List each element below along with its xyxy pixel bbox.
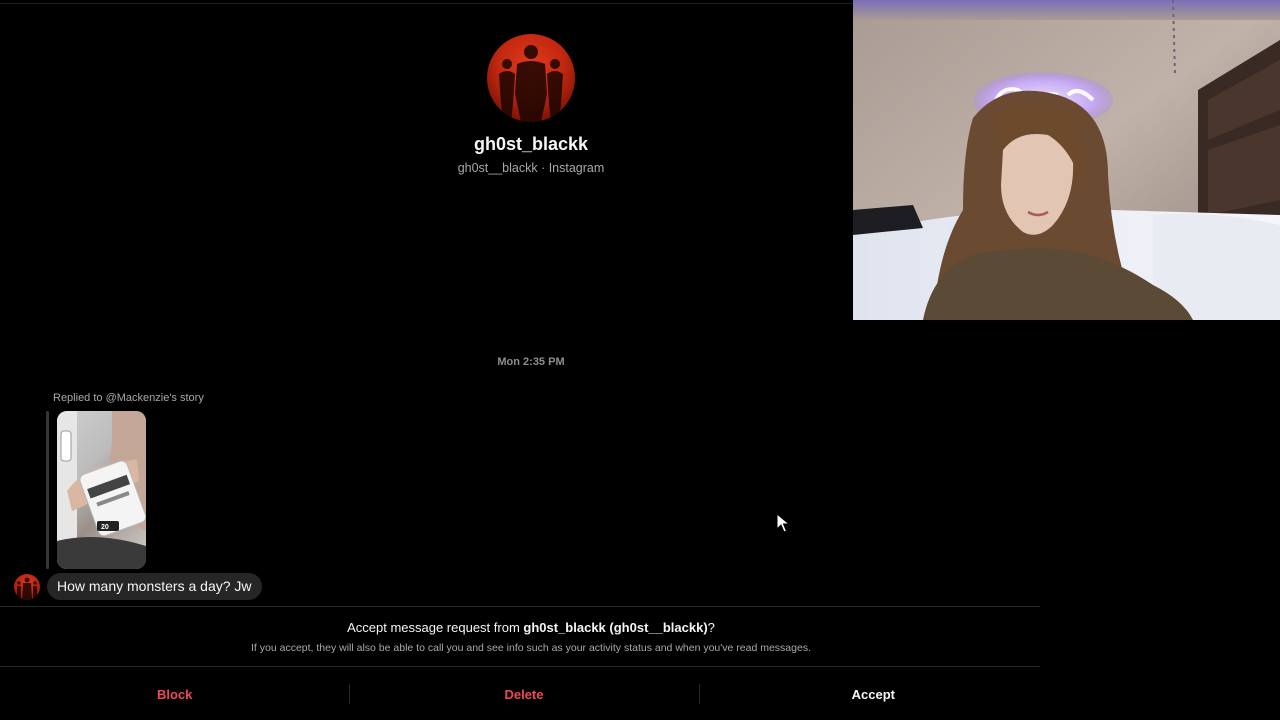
request-note: If you accept, they will also be able to… xyxy=(251,642,811,654)
story-badge: 20 xyxy=(101,524,109,531)
sender-avatar[interactable] xyxy=(14,573,40,600)
instagram-dm-window: gh0st_blackk gh0st__blackk · Instagram M… xyxy=(0,0,1280,720)
story-reply-bar xyxy=(46,411,49,569)
request-divider-top xyxy=(0,606,1040,607)
story-reply-label: Replied to @Mackenzie's story xyxy=(53,392,204,404)
delete-button[interactable]: Delete xyxy=(349,676,698,712)
accept-button[interactable]: Accept xyxy=(698,676,1048,712)
message-bubble[interactable]: How many monsters a day? Jw xyxy=(47,573,262,600)
request-title: Accept message request from gh0st_blackk… xyxy=(0,620,1062,635)
request-divider-bottom xyxy=(0,666,1040,667)
webcam-overlay xyxy=(853,0,1280,320)
mouse-pointer-icon xyxy=(776,513,790,533)
top-divider xyxy=(0,3,852,4)
message-timestamp: Mon 2:35 PM xyxy=(497,356,565,368)
request-title-prefix: Accept message request from xyxy=(347,620,524,635)
profile-avatar[interactable] xyxy=(487,34,575,122)
message-row: How many monsters a day? Jw xyxy=(14,573,262,600)
request-title-user: gh0st_blackk (gh0st__blackk) xyxy=(523,620,708,635)
request-title-suffix: ? xyxy=(707,620,715,635)
block-button[interactable]: Block xyxy=(0,676,349,712)
story-thumbnail[interactable]: 20 xyxy=(57,411,146,569)
request-actions: Block Delete Accept xyxy=(0,676,1048,712)
